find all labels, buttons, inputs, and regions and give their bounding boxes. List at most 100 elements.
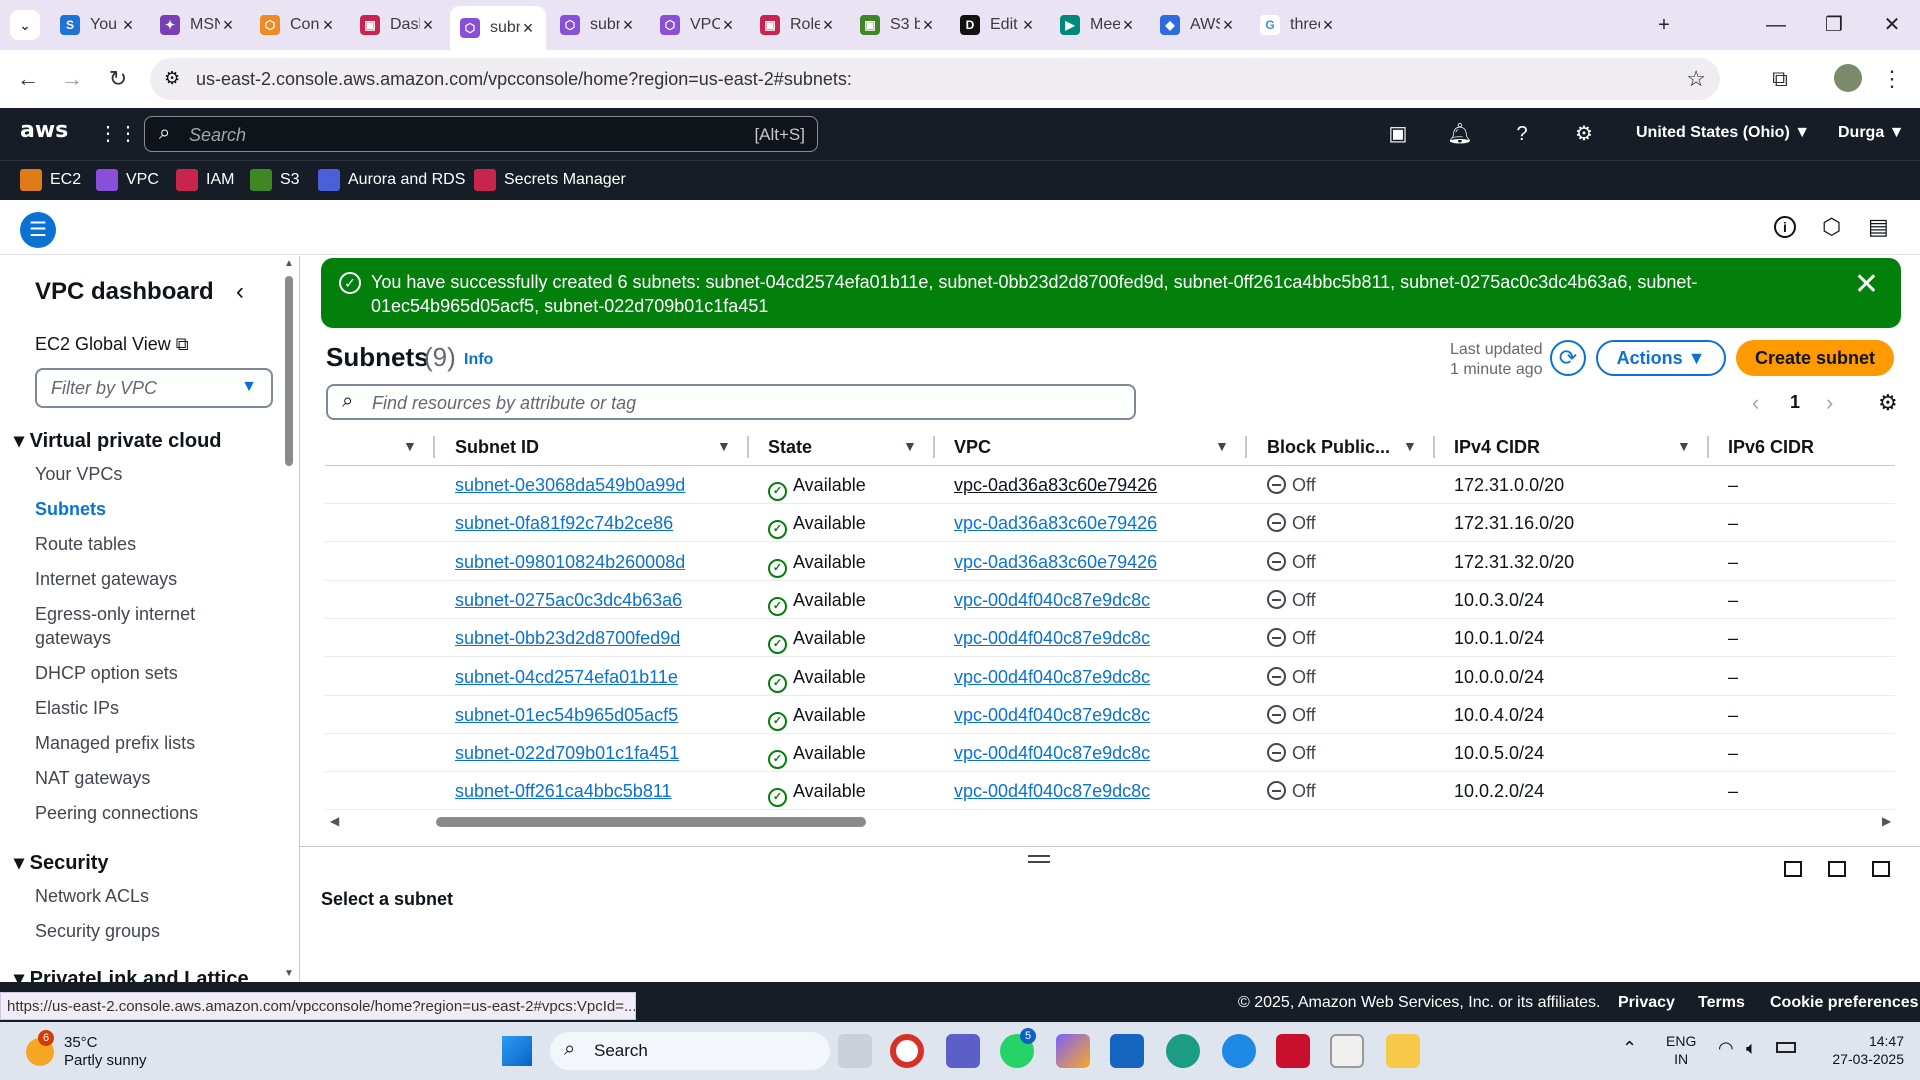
tutorials-icon[interactable]: ⬡ xyxy=(1822,214,1841,240)
tab-close-icon[interactable]: × xyxy=(820,15,836,36)
table-row[interactable]: subnet-098010824b260008d ✓ Available vpc-0a… xyxy=(325,543,1895,581)
sort-caret-icon[interactable]: ▼ xyxy=(717,438,731,454)
table-row[interactable]: subnet-04cd2574efa01b11e ✓ Available vpc-00… xyxy=(325,658,1895,696)
edge-icon[interactable] xyxy=(1166,1034,1200,1068)
favorite-iam[interactable]: IAM xyxy=(176,169,234,191)
services-grid-icon[interactable]: ⋮⋮ xyxy=(98,120,138,148)
next-page-icon[interactable]: › xyxy=(1826,390,1833,416)
sidebar-item-subnets[interactable]: Subnets xyxy=(35,499,106,520)
hp-support-icon[interactable] xyxy=(1222,1034,1256,1068)
sidebar-item-route-tables[interactable]: Route tables xyxy=(35,534,136,555)
subnet-id-link[interactable]: subnet-04cd2574efa01b11e xyxy=(455,667,678,688)
favorite-ec2[interactable]: EC2 xyxy=(20,169,81,191)
subnet-id-link[interactable]: subnet-0e3068da549b0a99d xyxy=(455,475,685,496)
taskbar-search[interactable]: ⌕ Search xyxy=(550,1032,830,1070)
privacy-link[interactable]: Privacy xyxy=(1618,994,1675,1012)
chrome-icon[interactable] xyxy=(890,1034,924,1068)
store-icon[interactable] xyxy=(1330,1034,1364,1068)
sidebar-item-nat-gateways[interactable]: NAT gateways xyxy=(35,768,150,789)
ec2-global-view-link[interactable]: EC2 Global View ⧉ xyxy=(35,334,189,355)
preferences-gear-icon[interactable]: ⚙ xyxy=(1878,390,1898,416)
browser-tab[interactable]: Gthree× xyxy=(1250,8,1346,42)
previous-page-icon[interactable]: ‹ xyxy=(1752,390,1759,416)
refresh-button[interactable]: ⟳ xyxy=(1550,340,1586,376)
sidebar-item-your-vpcs[interactable]: Your VPCs xyxy=(35,464,122,485)
cloudshell-icon[interactable]: ▣ xyxy=(1384,120,1412,148)
col-ipv4-cidr[interactable]: IPv4 CIDR xyxy=(1454,437,1540,458)
tab-search-button[interactable]: ⌄ xyxy=(10,10,40,40)
tab-close-icon[interactable]: × xyxy=(220,15,236,36)
vpc-id-link[interactable]: vpc-00d4f040c87e9dc8c xyxy=(954,590,1150,611)
weather-widget[interactable]: 6 35°C Partly sunny xyxy=(26,1030,196,1072)
vpc-id-link[interactable]: vpc-00d4f040c87e9dc8c xyxy=(954,628,1150,649)
select-column-caret-icon[interactable]: ▼ xyxy=(403,438,417,454)
subnet-id-link[interactable]: subnet-098010824b260008d xyxy=(455,552,685,573)
copilot-icon[interactable] xyxy=(1056,1034,1090,1068)
task-view-icon[interactable] xyxy=(838,1034,872,1068)
subnet-id-link[interactable]: subnet-01ec54b965d05acf5 xyxy=(455,705,678,726)
vpc-id-link[interactable]: vpc-0ad36a83c60e79426 xyxy=(954,552,1157,573)
teams-icon[interactable] xyxy=(946,1034,980,1068)
omnibox[interactable]: ⚙ us-east-2.console.aws.amazon.com/vpcco… xyxy=(150,58,1720,100)
minimize-button[interactable]: — xyxy=(1756,10,1796,40)
subnet-id-link[interactable]: subnet-0ff261ca4bbc5b811 xyxy=(455,781,672,802)
battery-icon[interactable] xyxy=(1776,1042,1796,1053)
collapse-sidebar-icon[interactable]: ‹ xyxy=(236,278,244,306)
language-indicator[interactable]: ENG IN xyxy=(1666,1032,1696,1068)
actions-dropdown[interactable]: Actions ▼ xyxy=(1596,340,1726,376)
table-row[interactable]: subnet-0275ac0c3dc4b63a6 ✓ Available vpc-00… xyxy=(325,581,1895,619)
tray-chevron-icon[interactable]: ⌃ xyxy=(1622,1038,1637,1059)
split-full-icon[interactable] xyxy=(1872,861,1890,877)
split-bottom-icon[interactable] xyxy=(1784,861,1802,877)
forward-button[interactable]: → xyxy=(56,63,88,95)
info-link[interactable]: Info xyxy=(464,351,493,369)
region-selector[interactable]: United States (Ohio) ▼ xyxy=(1636,124,1810,142)
browser-tab[interactable]: ✦ MSN × xyxy=(150,8,246,42)
favorite-vpc[interactable]: VPC xyxy=(96,169,159,191)
sidebar-item-security-groups[interactable]: Security groups xyxy=(35,921,160,942)
tab-close-icon[interactable]: × xyxy=(920,15,936,36)
browser-tab[interactable]: ⬡ VPC |× xyxy=(650,8,746,42)
section-security[interactable]: ▾ Security xyxy=(14,850,109,875)
user-menu[interactable]: Durga ▼ xyxy=(1838,124,1905,142)
subnet-id-link[interactable]: subnet-0bb23d2d8700fed9d xyxy=(455,628,680,649)
volume-icon[interactable]: 🔈︎ xyxy=(1746,1038,1757,1059)
vpc-id-link[interactable]: vpc-0ad36a83c60e79426 xyxy=(954,475,1157,496)
extensions-icon[interactable]: ⧉ xyxy=(1764,63,1796,95)
bookmark-star-icon[interactable]: ☆ xyxy=(1686,66,1706,92)
favorite-secrets-manager[interactable]: Secrets Manager xyxy=(474,169,626,191)
tab-close-icon[interactable]: × xyxy=(120,15,136,36)
col-vpc[interactable]: VPC xyxy=(954,437,991,458)
favorite-aurora-and-rds[interactable]: Aurora and RDS xyxy=(318,169,465,191)
tab-close-icon[interactable]: × xyxy=(720,15,736,36)
create-subnet-button[interactable]: Create subnet xyxy=(1736,340,1894,376)
sort-caret-icon[interactable]: ▼ xyxy=(1403,438,1417,454)
sort-caret-icon[interactable]: ▼ xyxy=(1677,438,1691,454)
browser-menu-icon[interactable]: ⋮ xyxy=(1876,63,1908,95)
sidebar-item-peering-connections[interactable]: Peering connections xyxy=(35,803,198,824)
tab-close-icon[interactable]: × xyxy=(620,15,636,36)
browser-tab[interactable]: S You a× xyxy=(50,8,146,42)
filter-by-vpc-select[interactable]: Filter by VPC ▼ xyxy=(35,368,273,408)
wifi-icon[interactable]: ◠ xyxy=(1718,1038,1734,1059)
current-page-number[interactable]: 1 xyxy=(1790,392,1800,413)
favorite-s3[interactable]: S3 xyxy=(250,169,300,191)
section-virtual-private-cloud[interactable]: ▾ Virtual private cloud xyxy=(14,428,222,453)
table-horizontal-scrollbar[interactable]: ◀ ▶ xyxy=(326,814,1896,830)
tab-close-icon[interactable]: × xyxy=(1120,15,1136,36)
myhp-icon[interactable] xyxy=(1110,1034,1144,1068)
sort-caret-icon[interactable]: ▼ xyxy=(1215,438,1229,454)
back-button[interactable]: ← xyxy=(12,63,44,95)
terms-link[interactable]: Terms xyxy=(1698,994,1745,1012)
restore-button[interactable]: ❐ xyxy=(1814,10,1854,40)
find-resources-input[interactable]: ⌕ Find resources by attribute or tag xyxy=(326,384,1136,420)
browser-tab[interactable]: ⬡ subn× xyxy=(550,8,646,42)
table-row[interactable]: subnet-0fa81f92c74b2ce86 ✓ Available vpc-0a… xyxy=(325,504,1895,543)
subnet-id-link[interactable]: subnet-022d709b01c1fa451 xyxy=(455,743,679,764)
sidebar-item-egress-only-internet[interactable]: Egress-only internet xyxy=(35,604,195,625)
close-window-button[interactable]: ✕ xyxy=(1872,10,1912,40)
table-row[interactable]: subnet-0e3068da549b0a99d ✓ Available vpc-0a… xyxy=(325,466,1895,504)
vpc-id-link[interactable]: vpc-00d4f040c87e9dc8c xyxy=(954,705,1150,726)
table-row[interactable]: subnet-01ec54b965d05acf5 ✓ Available vpc-00… xyxy=(325,696,1895,734)
tab-close-icon[interactable]: × xyxy=(1320,15,1336,36)
